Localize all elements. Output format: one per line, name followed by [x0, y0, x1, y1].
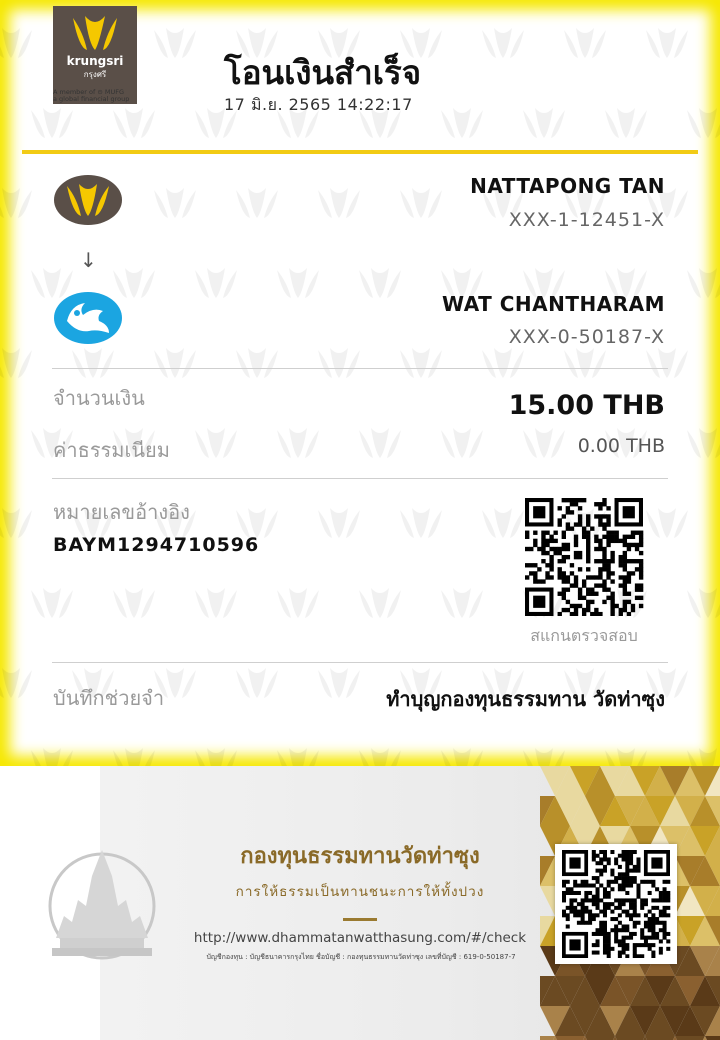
fund-account-info: บัญชีกองทุน : บัญชีธนาคารกรุงไทย ชื่อบัญ… — [206, 953, 516, 961]
qr-caption: สแกนตรวจสอบ — [530, 626, 638, 645]
krungsri-bank-icon — [54, 175, 122, 225]
reference-number: BAYM1294710596 — [53, 534, 260, 556]
fund-title: กองทุนธรรมทานวัดท่าซุง — [240, 843, 480, 869]
temple-emblem-icon — [48, 850, 156, 960]
memo-value: ทำบุญกองทุนธรรมทาน วัดท่าซุง — [386, 687, 665, 711]
fee-value: 0.00 THB — [577, 435, 665, 457]
header-divider — [22, 150, 698, 154]
arrow-down-icon: ↓ — [80, 248, 97, 272]
amount-value: 15.00 THB — [508, 390, 665, 421]
logo-name: krungsri — [66, 54, 124, 68]
transfer-slip: krungsri กรุงศรี A member of ⊝ MUFG a gl… — [0, 0, 720, 766]
ktb-bank-icon — [54, 292, 122, 344]
logo-thai-name: กรุงศรี — [83, 70, 107, 79]
receiver-name: WAT CHANTHARAM — [442, 292, 665, 316]
receiver-account: XXX-0-50187-X — [508, 326, 665, 348]
fund-url-link[interactable]: http://www.dhammatanwatthasung.com/#/che… — [190, 930, 530, 946]
memo-label: บันทึกช่วยจำ — [53, 686, 165, 710]
sender-name: NATTAPONG TAN — [470, 174, 665, 198]
fund-subtitle: การให้ธรรมเป็นทานชนะการให้ทั้งปวง — [235, 884, 485, 900]
divider — [52, 368, 668, 369]
fund-banner: กองทุนธรรมทานวัดท่าซุง การให้ธรรมเป็นทาน… — [0, 766, 720, 1040]
logo-tagline: A member of ⊝ MUFG a global financial gr… — [53, 89, 163, 103]
divider — [52, 662, 668, 663]
fund-rule — [343, 918, 377, 921]
reference-label: หมายเลขอ้างอิง — [53, 500, 190, 524]
divider — [52, 478, 668, 479]
qr-code-icon[interactable] — [561, 850, 671, 958]
fund-qr-frame — [555, 844, 677, 964]
amount-label: จำนวนเงิน — [53, 386, 145, 410]
page-title: โอนเงินสำเร็จ — [224, 53, 422, 92]
krungsri-logo-icon — [73, 16, 117, 50]
logo-tagline-line-2: a global financial group — [53, 95, 130, 103]
transaction-datetime: 17 มิ.ย. 2565 14:22:17 — [224, 95, 413, 114]
qr-code-icon[interactable] — [510, 498, 658, 616]
fee-label: ค่าธรรมเนียม — [53, 438, 170, 462]
sender-account: XXX-1-12451-X — [508, 209, 665, 231]
